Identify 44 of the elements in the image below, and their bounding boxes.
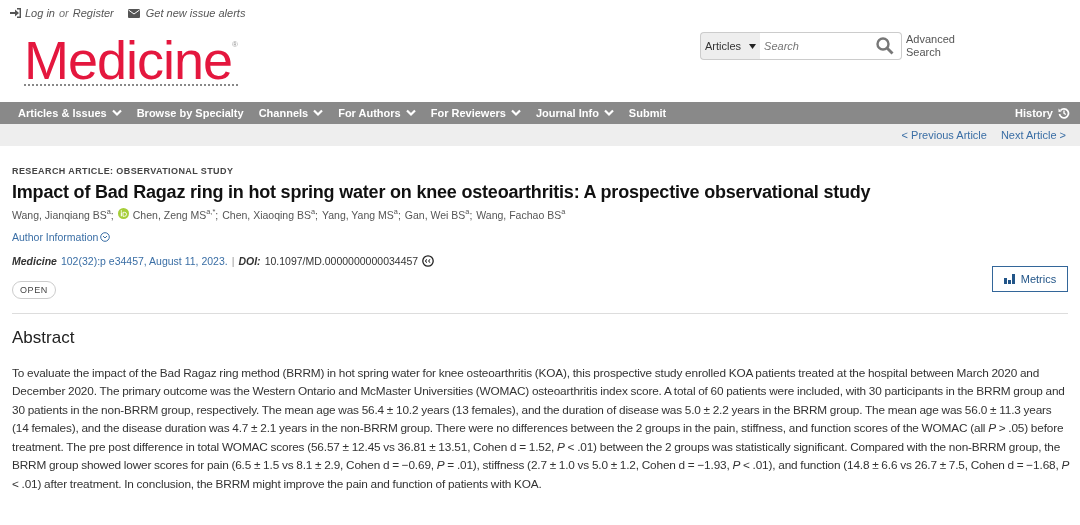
next-article-link[interactable]: Next Article > — [1000, 129, 1066, 141]
history-link[interactable]: History — [1015, 107, 1070, 119]
nav-item[interactable]: Channels — [258, 107, 324, 119]
chevron-down-icon — [510, 109, 521, 117]
chevron-down-icon — [111, 109, 122, 117]
history-icon — [1058, 107, 1070, 119]
doi-text: 10.1097/MD.0000000000034457 — [264, 254, 419, 267]
nav-item[interactable]: Browse by Specialty — [136, 107, 244, 119]
nav-item[interactable]: For Authors — [338, 107, 416, 119]
journal-logo[interactable]: Medicine® — [24, 36, 238, 86]
or-text: or — [59, 7, 69, 19]
bar-chart-icon — [1003, 274, 1015, 284]
author-link[interactable]: Wang, Jianqiang BS$^{a}$; — [12, 207, 114, 221]
separator: | — [231, 254, 235, 267]
issue-alerts-link[interactable]: Get new issue alerts — [127, 7, 246, 19]
author-link[interactable]: Gan, Wei BS$^{a}$; — [404, 207, 473, 221]
advanced-search-link[interactable]: Advanced Search — [906, 33, 956, 59]
nav-item[interactable]: For Reviewers — [430, 107, 521, 119]
creative-commons-icon — [422, 254, 435, 267]
chevron-down-icon — [603, 109, 614, 117]
expand-icon — [100, 231, 111, 242]
nav-item[interactable]: Journal Info — [535, 107, 614, 119]
author-link[interactable]: Chen, Zeng MS$^{a,*}$; — [117, 207, 219, 221]
doi-label: DOI: — [238, 254, 261, 267]
chevron-down-icon — [313, 109, 324, 117]
envelope-icon — [127, 8, 140, 18]
author-link[interactable]: Chen, Xiaoqing BS$^{a}$; — [222, 207, 318, 221]
chevron-down-icon — [405, 109, 416, 117]
nav-item[interactable]: Submit — [628, 107, 667, 119]
login-link[interactable]: Log in — [25, 7, 55, 19]
author-information-link[interactable]: Author Information — [12, 230, 111, 243]
register-link[interactable]: Register — [72, 7, 114, 19]
journal-name: Medicine — [12, 254, 57, 267]
article-title: Impact of Bad Ragaz ring in hot spring water on knee osteoarthritis: A prospective observational study — [12, 182, 872, 203]
author-link[interactable]: Wang, Fachao BS$^{a}$ — [476, 207, 566, 221]
article-type: RESEARCH ARTICLE: OBSERVATIONAL STUDY — [12, 166, 235, 176]
abstract-heading: Abstract — [12, 327, 76, 348]
author-link[interactable]: Yang, Yang MS$^{a}$; — [322, 207, 401, 221]
previous-article-link[interactable]: < Previous Article — [901, 129, 987, 141]
metrics-button[interactable]: Metrics — [992, 266, 1068, 292]
abstract-text: To evaluate the impact of the Bad Ragaz ring method (BRRM) in hot spring water for knee osteoarthritis (KOA), this prospective study enrolled KOA patients treated at the hospital between March 2020 and December 2020. The primary outcome was the Western Ontario and McMaster Universities (WOMAC) osteoarthritis index score. A total of 60 patients were included, with 30 participants in the BRRM group and 30 patients in the non-BRRM group, respectively. The mean age was 56.4 ± 10.2 years (13 females), and the duration of disease was 5.0 ± 2.2 years in the BRRM group. The mean age was 56.0 ± 11.3 years (14 females), and the disease duration was 4.7 ± 2.1 years in the non-BRRM group. There were no differences between the 2 groups in the pain, stiffness, and function scores of the WOMAC (all P > .05) before treatment. The pre post difference in total WOMAC scores (56.57 ± 12.45 vs 36.81 ± 13.51, Cohen d = 1.52, P < .01) between the 2 groups was statistically significant. Compared with the non-BRRM group, the BRRM group showed lower scores for pain (6.5 ± 1.5 vs 8.1 ± 2.9, Cohen d = −0.69, P = .01), stiffness (2.7 ± 1.0 vs 5.0 ± 1.2, Cohen d = −1.93, P < .01), and function (14.8 ± 6.6 vs 26.7 ± 7.5, Cohen d = −1.68, P < .01) after treatment. In conclusion, the BRRM might improve the pain and function of patients with KOA. — [12, 364, 1070, 493]
citation-link[interactable]: 102(32):p e34457, August 11, 2023. — [60, 254, 228, 267]
login-icon — [10, 8, 21, 18]
nav-item[interactable]: Articles & Issues — [18, 107, 122, 119]
